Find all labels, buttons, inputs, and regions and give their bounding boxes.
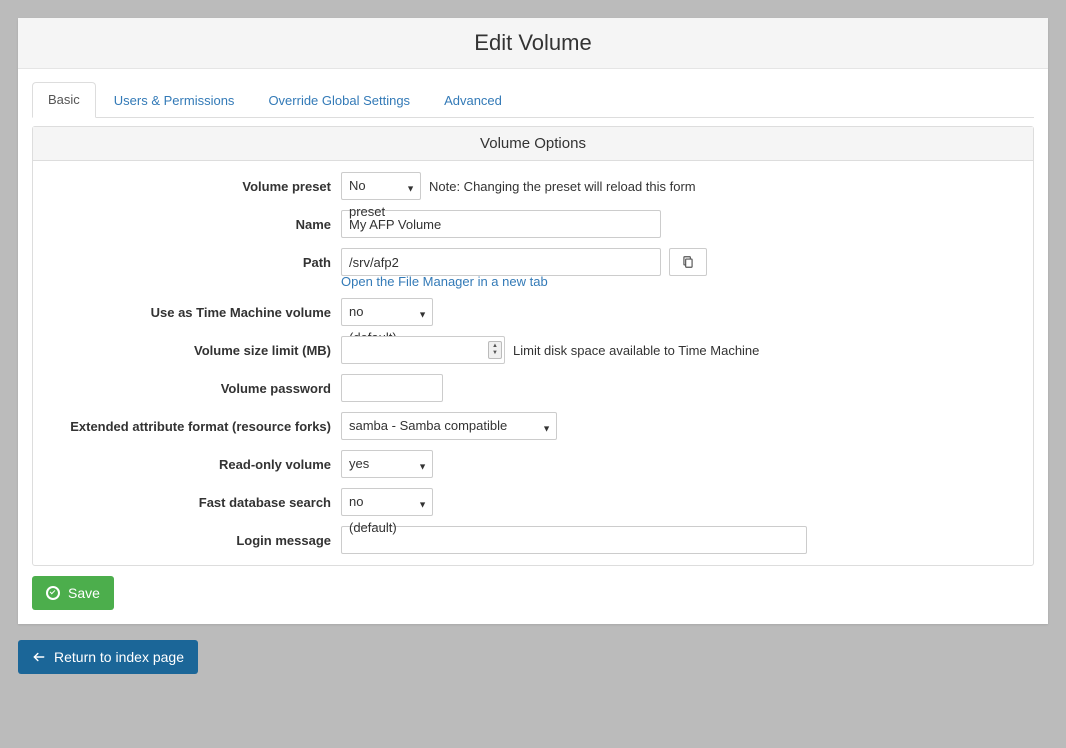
select-value: No preset (349, 178, 385, 219)
label-path: Path (41, 255, 331, 270)
preset-note: Note: Changing the preset will reload th… (429, 179, 696, 194)
label-volume-preset: Volume preset (41, 179, 331, 194)
chevron-down-icon: ▼ (418, 492, 427, 518)
size-limit-note: Limit disk space available to Time Machi… (513, 343, 759, 358)
row-login-message: Login message (33, 521, 1033, 559)
select-value: samba - Samba compatible (349, 418, 507, 433)
chevron-down-icon: ▼ (406, 176, 415, 202)
row-readonly: Read-only volume yes ▼ (33, 445, 1033, 483)
row-path: Path (33, 243, 1033, 276)
tab-label: Override Global Settings (268, 93, 410, 108)
chevron-down-icon: ▼ (418, 454, 427, 480)
tab-users-permissions[interactable]: Users & Permissions (98, 83, 251, 118)
label-time-machine: Use as Time Machine volume (41, 305, 331, 320)
label-readonly: Read-only volume (41, 457, 331, 472)
row-size-limit: Volume size limit (MB) ▲▼ Limit disk spa… (33, 331, 1033, 369)
file-browse-button[interactable] (669, 248, 707, 276)
tab-override-global[interactable]: Override Global Settings (252, 83, 426, 118)
number-input-wrap: ▲▼ (341, 336, 505, 364)
tab-basic[interactable]: Basic (32, 82, 96, 118)
input-path[interactable] (341, 248, 661, 276)
save-button[interactable]: Save (32, 576, 114, 610)
select-ea-format[interactable]: samba - Samba compatible ▼ (341, 412, 557, 440)
tab-advanced[interactable]: Advanced (428, 83, 518, 118)
page-title: Edit Volume (18, 18, 1048, 69)
row-path-link: Open the File Manager in a new tab (33, 274, 1033, 289)
panel-body: Basic Users & Permissions Override Globa… (18, 69, 1048, 624)
row-name: Name (33, 205, 1033, 243)
check-circle-icon (46, 586, 60, 600)
label-ea-format: Extended attribute format (resource fork… (41, 419, 331, 434)
open-file-manager-link[interactable]: Open the File Manager in a new tab (341, 274, 548, 289)
arrow-left-icon (32, 650, 46, 664)
form-body: Volume preset No preset ▼ Note: Changing… (33, 161, 1033, 565)
select-time-machine[interactable]: no (default) ▼ (341, 298, 433, 326)
row-volume-preset: Volume preset No preset ▼ Note: Changing… (33, 167, 1033, 205)
row-ea-format: Extended attribute format (resource fork… (33, 407, 1033, 445)
row-time-machine: Use as Time Machine volume no (default) … (33, 293, 1033, 331)
input-name[interactable] (341, 210, 661, 238)
file-browse-icon (681, 255, 695, 269)
volume-options-title: Volume Options (33, 127, 1033, 161)
chevron-down-icon: ▼ (542, 416, 551, 442)
label-password: Volume password (41, 381, 331, 396)
page-root: Edit Volume Basic Users & Permissions Ov… (0, 0, 1066, 692)
chevron-down-icon: ▼ (418, 302, 427, 328)
row-fast-db: Fast database search no (default) ▼ (33, 483, 1033, 521)
select-value: no (default) (349, 494, 397, 535)
label-name: Name (41, 217, 331, 232)
label-fast-db: Fast database search (41, 495, 331, 510)
tab-label: Advanced (444, 93, 502, 108)
volume-options-panel: Volume Options Volume preset No preset ▼… (32, 126, 1034, 566)
label-login-message: Login message (41, 533, 331, 548)
tab-label: Basic (48, 92, 80, 107)
return-button-label: Return to index page (54, 649, 184, 665)
input-size-limit[interactable] (341, 336, 505, 364)
tab-bar: Basic Users & Permissions Override Globa… (32, 83, 1034, 118)
select-volume-preset[interactable]: No preset ▼ (341, 172, 421, 200)
edit-volume-panel: Edit Volume Basic Users & Permissions Ov… (18, 18, 1048, 624)
row-password: Volume password (33, 369, 1033, 407)
label-size-limit: Volume size limit (MB) (41, 343, 331, 358)
save-button-label: Save (68, 585, 100, 601)
select-readonly[interactable]: yes ▼ (341, 450, 433, 478)
select-fast-db[interactable]: no (default) ▼ (341, 488, 433, 516)
input-login-message[interactable] (341, 526, 807, 554)
return-to-index-button[interactable]: Return to index page (18, 640, 198, 674)
tab-label: Users & Permissions (114, 93, 235, 108)
select-value: yes (349, 456, 369, 471)
save-button-wrap: Save (32, 566, 1034, 610)
input-password[interactable] (341, 374, 443, 402)
